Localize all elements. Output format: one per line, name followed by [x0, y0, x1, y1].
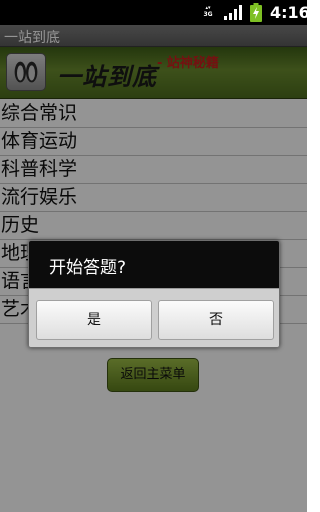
dialog-title: 开始答题?: [49, 258, 127, 278]
status-bar: ▴▾ 3G 4:16: [0, 0, 310, 25]
network-label: 3G: [203, 11, 213, 18]
start-quiz-dialog: 开始答题? 是 否: [28, 240, 280, 348]
battery-charging-icon: [250, 3, 262, 22]
signal-strength-icon: [224, 5, 242, 20]
dialog-button-bar: 是 否: [29, 288, 279, 347]
status-time: 4:16: [270, 3, 310, 22]
network-3g-icon: ▴▾ 3G: [201, 5, 215, 20]
yes-button[interactable]: 是: [36, 300, 152, 340]
no-button[interactable]: 否: [158, 300, 274, 340]
dialog-header: 开始答题?: [29, 241, 279, 288]
